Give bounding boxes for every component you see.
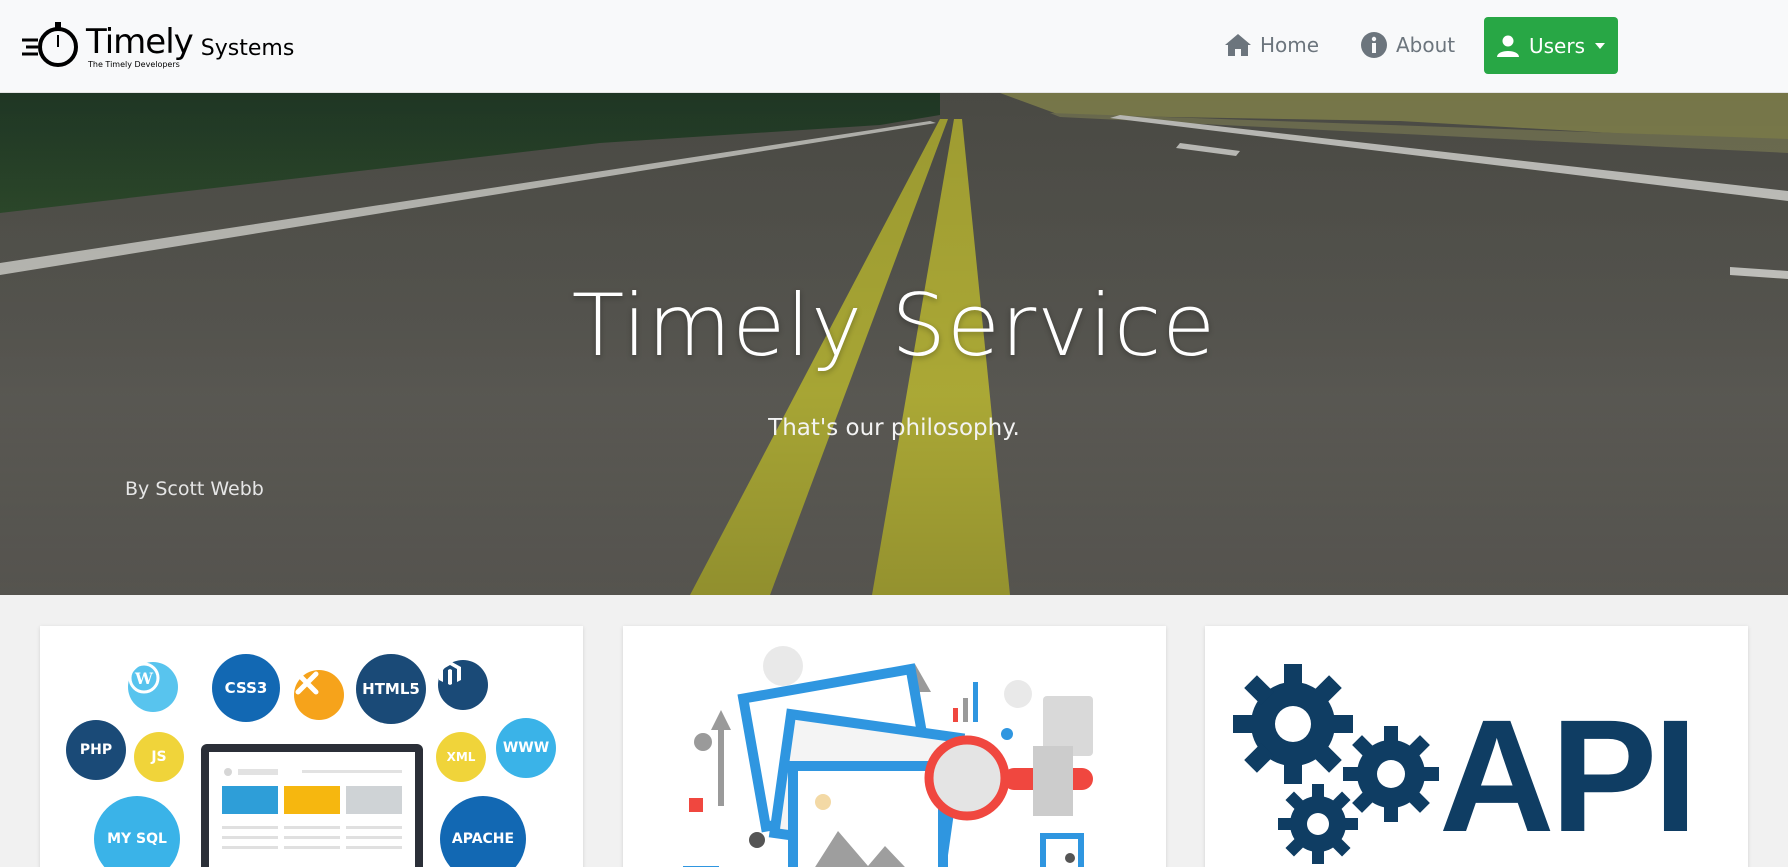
hero-title: Timely Service xyxy=(571,276,1217,376)
xml-badge: XML xyxy=(436,732,486,782)
mysql-badge: MY SQL xyxy=(94,796,180,867)
card-analytics[interactable] xyxy=(623,626,1166,867)
php-badge: PHP xyxy=(66,720,126,780)
navbar: Timely Systems The Timely Developers Hom… xyxy=(0,0,1788,93)
nav-home-link[interactable]: Home xyxy=(1224,28,1319,62)
brand-name: Timely xyxy=(86,22,194,62)
info-icon xyxy=(1361,32,1387,58)
brand-tagline: The Timely Developers xyxy=(88,60,180,69)
html5-badge: HTML5 xyxy=(356,654,426,724)
magento-icon xyxy=(438,660,488,710)
users-label: Users xyxy=(1528,33,1585,58)
svg-text:W: W xyxy=(134,669,154,688)
gears-icon: API xyxy=(1233,664,1698,865)
api-label: API xyxy=(1439,686,1694,865)
hero-banner: Timely Service That's our philosophy. By… xyxy=(0,93,1788,595)
www-badge: WWW xyxy=(496,718,556,778)
js-badge: JS xyxy=(134,732,184,782)
stopwatch-icon xyxy=(22,22,78,67)
card-api[interactable]: API xyxy=(1205,626,1748,867)
user-icon xyxy=(1496,35,1519,57)
chevron-down-icon xyxy=(1595,42,1605,49)
home-icon xyxy=(1225,34,1251,56)
users-dropdown-button[interactable]: Users xyxy=(1484,17,1618,74)
analytics-illustration xyxy=(683,646,1093,867)
wordpress-icon: W xyxy=(128,662,178,712)
card-web-technologies[interactable]: W CSS3 HTML5 PHP JS XML WWW MY SQL APACH… xyxy=(40,626,583,867)
nav-about-link[interactable]: About xyxy=(1360,28,1455,62)
hero-subtitle: That's our philosophy. xyxy=(768,415,1020,441)
apache-badge: APACHE xyxy=(440,796,526,867)
nav-about-label: About xyxy=(1396,33,1456,57)
brand-logo[interactable]: Timely Systems The Timely Developers xyxy=(20,18,294,72)
brand-suffix: Systems xyxy=(200,35,295,61)
nav-home-label: Home xyxy=(1260,33,1320,57)
joomla-icon xyxy=(294,670,344,720)
hero-photo-credit: By Scott Webb xyxy=(125,478,264,500)
css3-badge: CSS3 xyxy=(212,654,280,722)
